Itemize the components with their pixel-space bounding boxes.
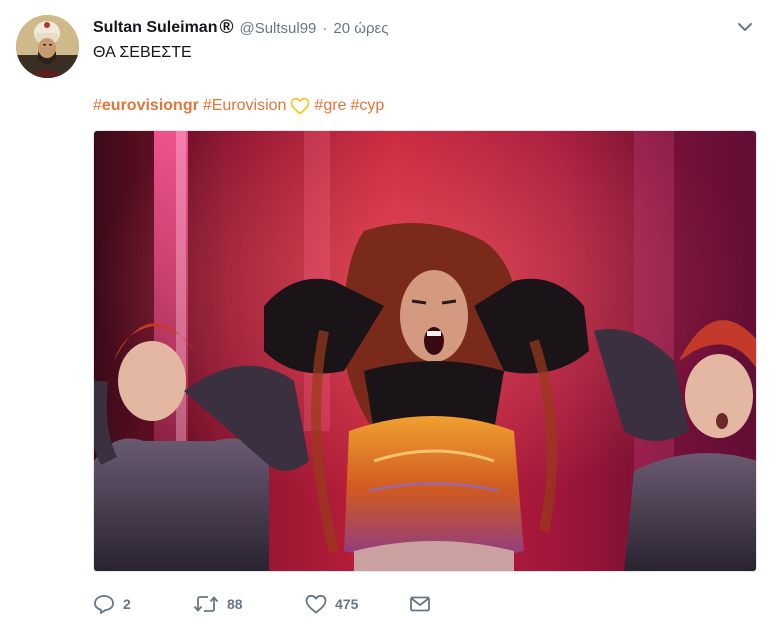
hashtag-label: eurovisiongr: [101, 97, 199, 114]
tweet-menu-button[interactable]: [736, 18, 754, 36]
retweet-icon: [193, 596, 219, 612]
retweet-count: 88: [227, 596, 243, 612]
hashtag-line: #eurovisiongr #Eurovision #gre #cyp: [93, 95, 388, 117]
reply-icon: [94, 595, 114, 614]
avatar-portrait-icon: [16, 15, 79, 78]
retweet-button[interactable]: 88: [193, 594, 305, 614]
reply-count: 2: [123, 596, 131, 612]
reply-button[interactable]: 2: [93, 594, 193, 614]
hashtag-label: gre: [323, 97, 347, 114]
hashtag-symbol: #: [93, 97, 102, 114]
hashtag-cyp[interactable]: #cyp: [350, 95, 384, 117]
avatar[interactable]: [16, 15, 79, 78]
user-handle[interactable]: @Sultsul99: [239, 20, 316, 37]
hashtag-eurovision[interactable]: #Eurovision: [203, 95, 287, 117]
separator-dot: ·: [322, 19, 328, 37]
hashtag-symbol: #: [314, 97, 324, 114]
hashtag-gre[interactable]: #gre: [314, 95, 346, 117]
tweet-header: Sultan Suleiman ® @Sultsul99 · 20 ώρες: [93, 17, 388, 39]
hashtag-label: Eurovision: [211, 97, 287, 114]
heart-icon: [305, 594, 327, 614]
stage-performance-photo: [94, 131, 756, 571]
hashtag-label: cyp: [359, 97, 385, 114]
tweet[interactable]: Sultan Suleiman ® @Sultsul99 · 20 ώρες Θ…: [0, 0, 770, 624]
tweet-actions: 2 88 475: [93, 592, 431, 616]
hashtag-symbol: #: [202, 97, 212, 114]
like-button[interactable]: 475: [305, 594, 409, 614]
tweet-text: ΘΑ ΣΕΒΕΣΤΕ: [93, 44, 192, 61]
hashtag-eurovisiongr[interactable]: #eurovisiongr: [93, 95, 199, 117]
tweet-timestamp[interactable]: 20 ώρες: [333, 20, 388, 37]
registered-badge: ®: [219, 17, 234, 38]
chevron-down-icon: [738, 23, 752, 31]
tweet-photo[interactable]: [93, 130, 757, 572]
direct-message-icon: [410, 596, 430, 612]
yellow-heart-icon: [291, 97, 310, 115]
display-name[interactable]: Sultan Suleiman: [93, 19, 217, 37]
like-count: 475: [335, 596, 359, 612]
direct-message-button[interactable]: [409, 594, 431, 614]
